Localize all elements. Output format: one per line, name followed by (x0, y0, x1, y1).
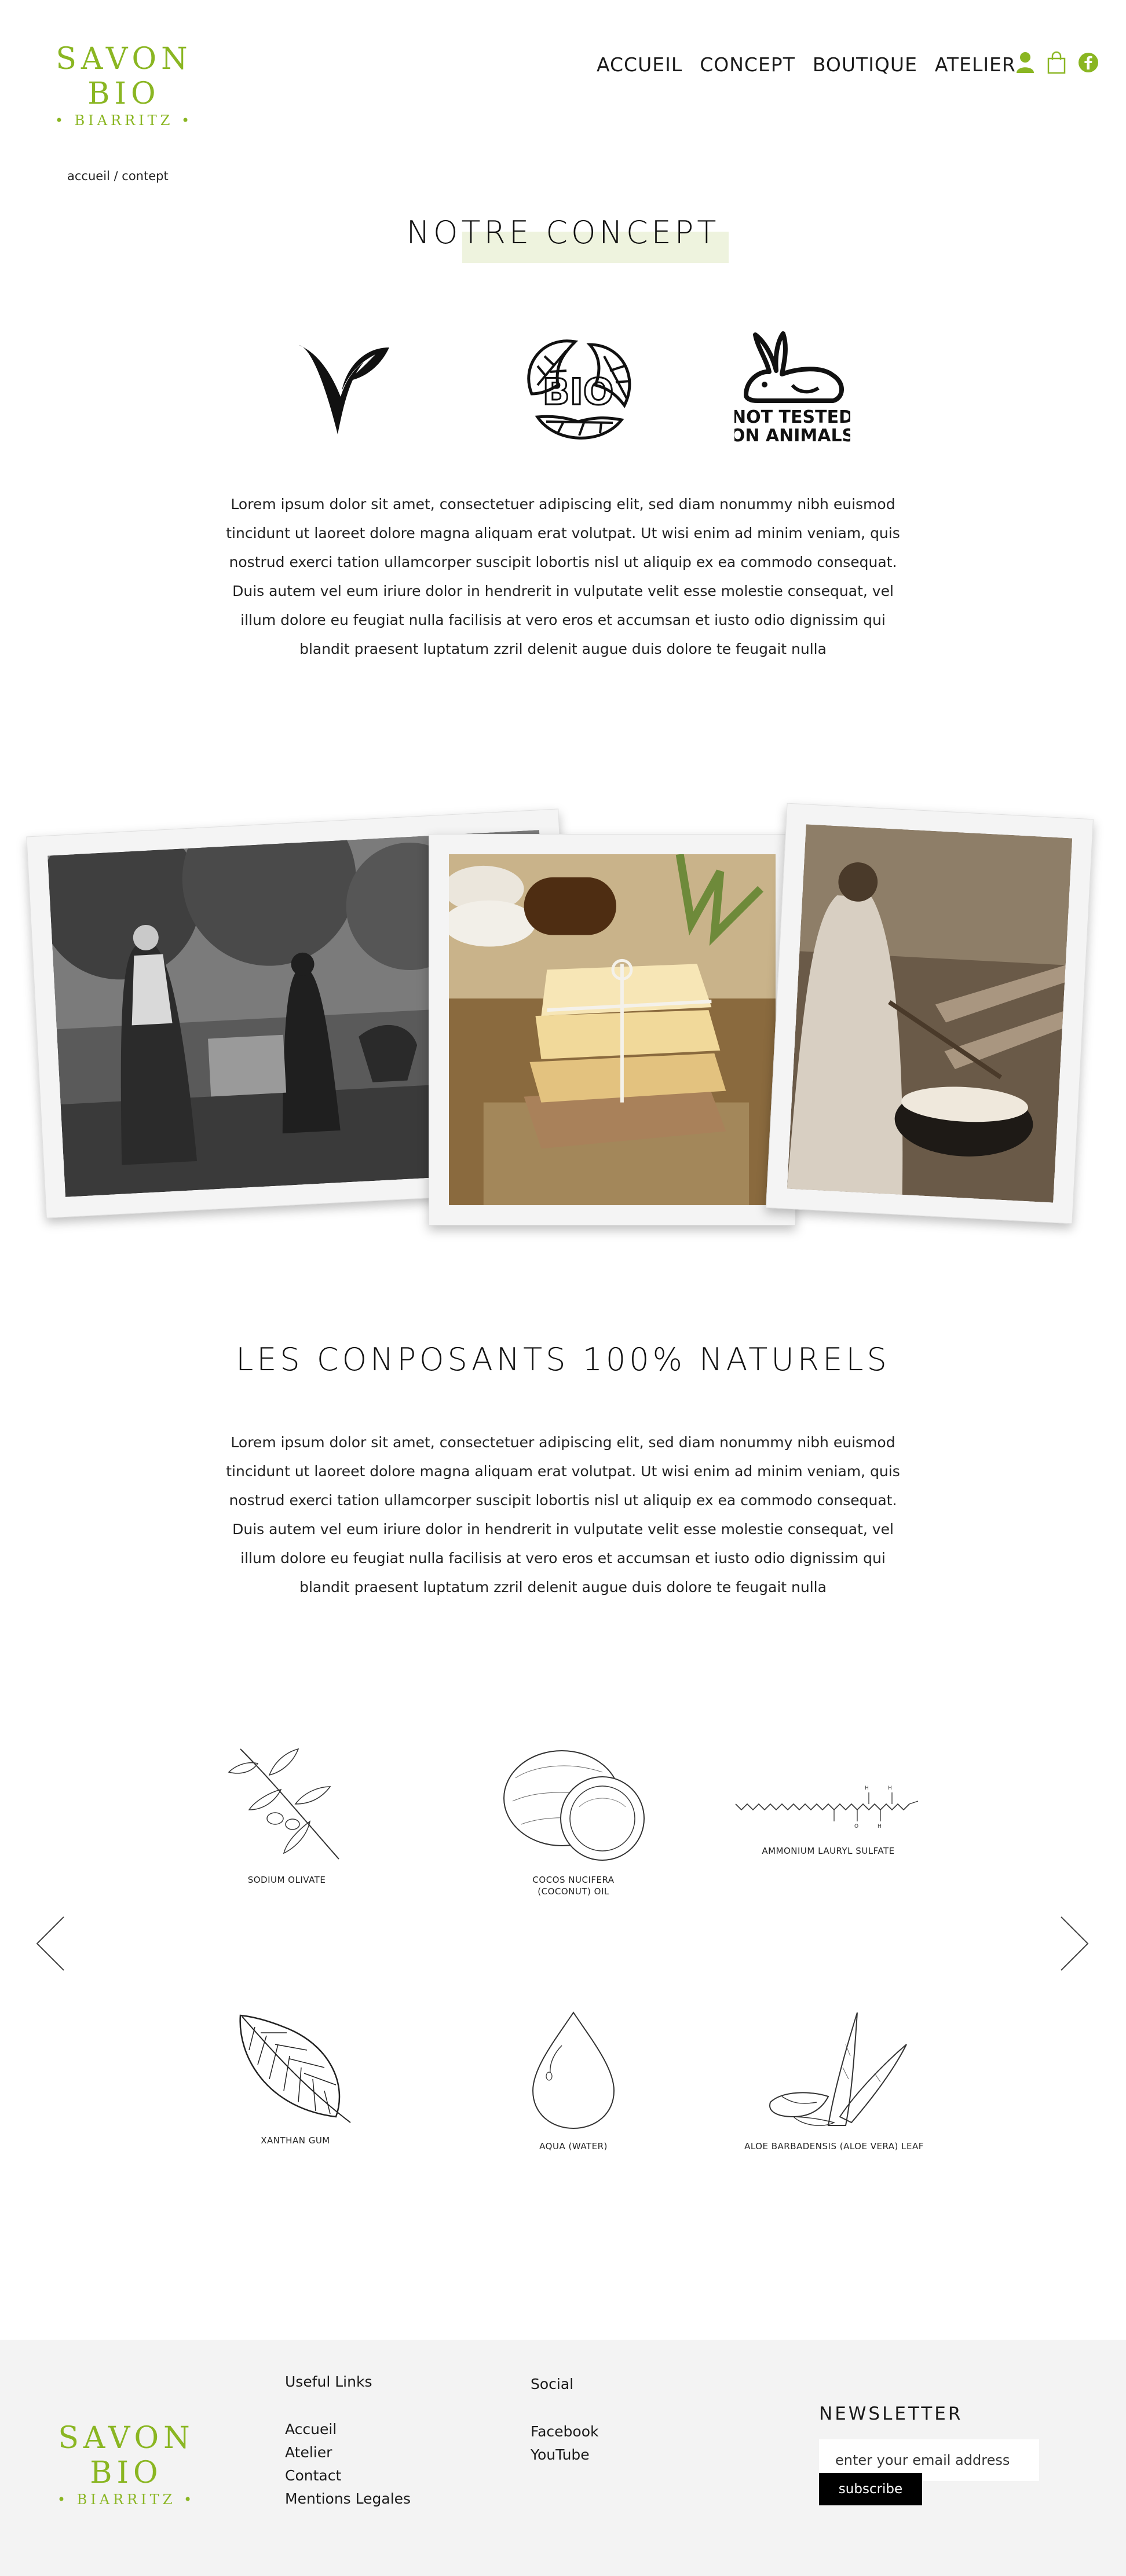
svg-text:H: H (865, 1785, 869, 1791)
water-drop-icon (532, 2011, 615, 2129)
newsletter-title: NEWSLETTER (819, 2403, 963, 2424)
ingredient-label: XANTHAN GUM (261, 2135, 330, 2146)
footer-link-contact[interactable]: Contact (285, 2464, 411, 2487)
carousel-prev-arrow[interactable] (36, 1916, 65, 1974)
footer-link-atelier[interactable]: Atelier (285, 2441, 411, 2464)
ingredient-aloe-vera-leaf[interactable]: ALOE BARBADENSIS (ALOE VERA) LEAF (724, 2010, 944, 2152)
ingredient-sodium-olivate[interactable]: SODIUM OLIVATE (182, 1737, 391, 1886)
ingredient-xanthan-gum[interactable]: XANTHAN GUM (191, 2010, 400, 2146)
ingredient-label: ALOE BARBADENSIS (ALOE VERA) LEAF (744, 2141, 924, 2151)
coconut-icon (503, 1750, 645, 1861)
ingredient-label: AQUA (WATER) (539, 2141, 608, 2151)
vegan-icon (294, 336, 393, 442)
nav-item-atelier[interactable]: ATELIER (935, 53, 1016, 76)
breadcrumb: accueil / contept (67, 169, 169, 183)
animals-badge-text-1: NOT TESTED (734, 407, 850, 427)
logo-subtitle: • BIARRITZ • (54, 112, 193, 129)
ingredients-paragraph: Lorem ipsum dolor sit amet, consectetuer… (226, 1434, 900, 1596)
bio-icon: BIO (514, 330, 642, 448)
nav-item-accueil[interactable]: ACCUEIL (597, 53, 682, 76)
useful-links-title: Useful Links (285, 2373, 372, 2390)
main-nav: ACCUEIL CONCEPT BOUTIQUE ATELIER (597, 53, 1016, 76)
footer-link-youtube[interactable]: YouTube (531, 2443, 598, 2467)
ingredient-label: COCOS NUCIFERA (COCONUT) OIL (532, 1875, 615, 1897)
footer-link-facebook[interactable]: Facebook (531, 2420, 598, 2443)
photo-vintage-soap-making-image (787, 824, 1073, 1203)
footer-logo-subtitle: • BIARRITZ • (57, 2491, 196, 2508)
nav-item-concept[interactable]: CONCEPT (700, 53, 795, 76)
ingredient-label: SODIUM OLIVATE (247, 1875, 326, 1885)
social-title: Social (531, 2376, 574, 2392)
site-header: SAVON BIO • BIARRITZ • ACCUEIL CONCEPT B… (0, 0, 1126, 133)
photo-soap-bars-image (449, 854, 776, 1205)
footer-logo-name: SAVON BIO (58, 2421, 195, 2490)
ingredients-title: LES CONPOSANTS 100% NATURELS (236, 1341, 890, 1378)
svg-text:O: O (854, 1824, 858, 1829)
svg-text:H: H (888, 1785, 892, 1791)
concept-paragraph: Lorem ipsum dolor sit amet, consectetuer… (226, 496, 900, 657)
molecule-icon: H H H O (735, 1785, 919, 1829)
carousel-next-arrow[interactable] (1060, 1916, 1089, 1974)
footer-link-accueil[interactable]: Accueil (285, 2418, 411, 2441)
photo-soap-bars (429, 834, 796, 1225)
concept-badges: BIO NOT TESTED ON ANIMALS (0, 324, 1126, 452)
not-tested-on-animals-icon: NOT TESTED ON ANIMALS (730, 330, 854, 448)
aloe-vera-icon (769, 2012, 907, 2126)
logo-name: SAVON BIO (56, 42, 192, 111)
concept-title: NOTRE CONCEPT (406, 214, 720, 251)
subscribe-button[interactable]: subscribe (819, 2473, 922, 2505)
footer-logo[interactable]: SAVON BIO • BIARRITZ • (32, 2421, 220, 2509)
olive-branch-icon (228, 1748, 339, 1860)
ingredient-coconut-oil[interactable]: COCOS NUCIFERA (COCONUT) OIL (469, 1743, 678, 1897)
leaf-icon (239, 2014, 351, 2123)
ingredient-aqua-water[interactable]: AQUA (WATER) (469, 2010, 678, 2152)
animals-badge-text-2: ON ANIMALS (734, 426, 850, 446)
header-icons (1015, 51, 1099, 74)
social-column: Social Facebook YouTube (531, 2376, 598, 2467)
user-icon[interactable] (1015, 52, 1035, 74)
photo-vintage-soap-making (766, 803, 1094, 1224)
useful-links-column: Useful Links Accueil Atelier Contact Men… (285, 2373, 411, 2511)
footer-link-mentions-legales[interactable]: Mentions Legales (285, 2487, 411, 2511)
ingredient-ammonium-lauryl-sulfate[interactable]: H H H O AMMONIUM LAURYL SULFATE (724, 1772, 933, 1857)
shopping-bag-icon[interactable] (1047, 51, 1066, 74)
site-footer: SAVON BIO • BIARRITZ • Useful Links Accu… (0, 2340, 1126, 2576)
site-logo[interactable]: SAVON BIO • BIARRITZ • (30, 42, 218, 130)
bio-badge-text: BIO (542, 371, 613, 413)
facebook-icon[interactable] (1078, 52, 1099, 73)
ingredient-label: AMMONIUM LAURYL SULFATE (762, 1846, 895, 1856)
nav-item-boutique[interactable]: BOUTIQUE (813, 53, 917, 76)
svg-text:H: H (878, 1824, 882, 1829)
